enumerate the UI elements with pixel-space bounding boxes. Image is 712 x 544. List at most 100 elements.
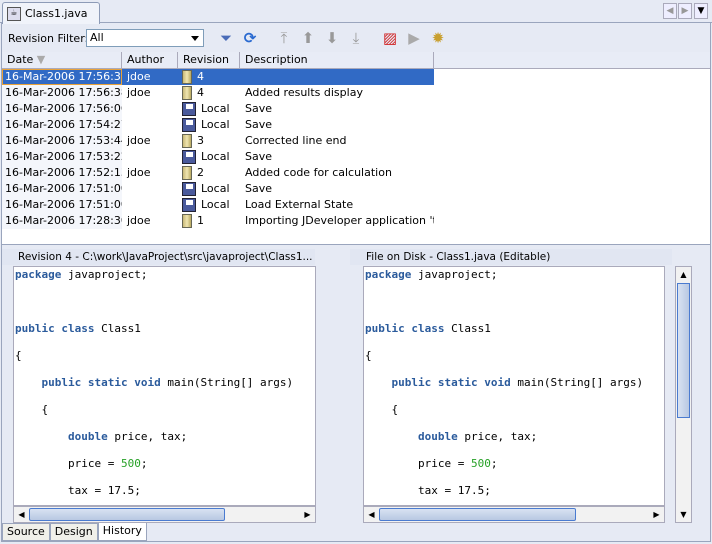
editor-tab-strip: ☕ Class1.java ◀ ▶ ▼ [0, 0, 712, 24]
settings-icon[interactable]: ✹ [429, 29, 447, 47]
column-description[interactable]: Description [240, 52, 434, 69]
code-token: price = [365, 457, 471, 470]
table-row[interactable]: 16-Mar-2006 17:56:38 jdoe 4 Added result… [2, 85, 710, 101]
code-token: { [365, 349, 372, 362]
code-line: public static void main(String[] args) [14, 375, 315, 402]
code-line: package javaproject; [364, 267, 664, 294]
description-cell: Importing JDeveloper application 'test' [245, 214, 434, 227]
revision-cell: Local [178, 181, 240, 197]
code-line: tax = 17.5; [14, 483, 315, 505]
table-row[interactable]: 16-Mar-2006 17:51:00 Local Load External… [2, 197, 710, 213]
left-horizontal-scrollbar[interactable]: ◀ ▶ [13, 506, 316, 523]
tab-list-button[interactable]: ▼ [694, 3, 708, 19]
code-token: public class [365, 322, 445, 335]
clear-local-history-icon[interactable]: ▨ [381, 29, 399, 47]
right-horizontal-scrollbar[interactable]: ◀ ▶ [363, 506, 665, 523]
code-token: main(String[] args) [510, 376, 644, 389]
table-row[interactable]: 16-Mar-2006 17:28:30 jdoe 1 Importing JD… [2, 213, 710, 229]
tab-history[interactable]: History [97, 523, 147, 541]
tab-source[interactable]: Source [2, 523, 50, 541]
next-revision-icon[interactable]: ⬇ [323, 29, 341, 47]
revision-icon [182, 214, 192, 228]
description-cell: Save [245, 102, 273, 115]
author-cell: jdoe [127, 166, 151, 179]
scroll-tabs-left-button[interactable]: ◀ [663, 3, 677, 19]
local-save-icon [182, 198, 196, 212]
code-token: 500 [120, 457, 141, 470]
code-token: 500 [470, 457, 491, 470]
code-token: tax = 17.5; [365, 484, 491, 497]
code-token: public static void [391, 376, 511, 389]
scroll-tabs-right-button[interactable]: ▶ [678, 3, 692, 19]
author-cell [122, 149, 178, 165]
local-save-icon [182, 118, 196, 132]
table-row[interactable]: 16-Mar-2006 17:56:06 Local Save [2, 101, 710, 117]
revision-code-view[interactable]: package javaproject; public class Class1{… [13, 266, 316, 506]
revision-cell: Local [178, 197, 240, 213]
table-row[interactable]: 16-Mar-2006 17:56:38 jdoe 4 [2, 69, 710, 85]
description-cell: Save [245, 182, 273, 195]
sort-descending-icon: ▼ [36, 53, 46, 66]
refresh-icon[interactable]: ⟳ [241, 29, 259, 47]
table-row[interactable]: 16-Mar-2006 17:53:44 jdoe 3 Corrected li… [2, 133, 710, 149]
column-author[interactable]: Author [122, 52, 178, 69]
date-cell: 16-Mar-2006 17:51:00 [2, 197, 122, 213]
disk-code-editor[interactable]: package javaproject; public class Class1{… [363, 266, 665, 506]
code-line: { [364, 402, 664, 429]
revision-cell: 3 [178, 133, 240, 149]
code-line: double price, tax; [14, 429, 315, 456]
date-cell: 16-Mar-2006 17:51:00 [2, 181, 122, 197]
author-cell: jdoe [122, 69, 178, 85]
revision-table: Date ▼ Author Revision Description 16-Ma… [2, 52, 710, 244]
previous-revision-icon[interactable]: ⬆ [299, 29, 317, 47]
code-line: price = 500; [14, 456, 315, 483]
date-cell: 16-Mar-2006 17:54:27 [2, 117, 122, 133]
description-cell: Load External State [245, 198, 354, 211]
table-row[interactable]: 16-Mar-2006 17:51:00 Local Save [2, 181, 710, 197]
right-panel-title: File on Disk - Class1.java (Editable) [350, 249, 672, 265]
revision-filter-select[interactable]: All [86, 29, 204, 47]
code-line: price = 500; [364, 456, 664, 483]
chevron-down-icon [191, 36, 199, 41]
revision-icon [182, 86, 192, 100]
description-cell: Corrected line end [245, 134, 347, 147]
code-line: tax = 17.5; [364, 483, 664, 505]
revision-cell: Local [178, 117, 240, 133]
revision-icon [182, 134, 192, 148]
table-row[interactable]: 16-Mar-2006 17:52:13 jdoe 2 Added code f… [2, 165, 710, 181]
revision-filter-value: All [90, 31, 104, 44]
scroll-right-icon: ▶ [653, 510, 660, 519]
tab-design[interactable]: Design [49, 523, 98, 541]
filter-icon[interactable]: ⏷ [217, 29, 235, 47]
scroll-right-icon: ▶ [304, 510, 311, 519]
code-token: { [15, 349, 22, 362]
left-panel-title: Revision 4 - C:\work\JavaProject\src\jav… [2, 249, 315, 265]
table-row[interactable]: 16-Mar-2006 17:53:22 Local Save [2, 149, 710, 165]
restore-icon[interactable]: ▶ [405, 29, 423, 47]
code-token: price, tax; [457, 430, 538, 443]
code-token: double [417, 430, 458, 443]
first-revision-icon[interactable]: ⤒ [275, 29, 293, 47]
column-revision[interactable]: Revision [178, 52, 240, 69]
scroll-left-icon: ◀ [368, 510, 375, 519]
code-token: main(String[] args) [160, 376, 294, 389]
splitter[interactable] [2, 244, 710, 247]
description-cell: Save [245, 150, 273, 163]
description-cell [240, 69, 434, 85]
vertical-scrollbar[interactable]: ▲ ▼ [675, 266, 692, 523]
scrollbar-thumb [29, 508, 225, 521]
code-token: { [365, 403, 399, 416]
column-date[interactable]: Date ▼ [2, 52, 122, 69]
description-cell: Save [245, 118, 273, 131]
last-revision-icon[interactable]: ⤓ [347, 29, 365, 47]
table-row[interactable]: 16-Mar-2006 17:54:27 Local Save [2, 117, 710, 133]
code-token: public static void [41, 376, 161, 389]
code-line: public class Class1 [14, 321, 315, 348]
tab-class1-java[interactable]: ☕ Class1.java [2, 2, 100, 24]
author-cell [122, 181, 178, 197]
code-token: price = [15, 457, 121, 470]
